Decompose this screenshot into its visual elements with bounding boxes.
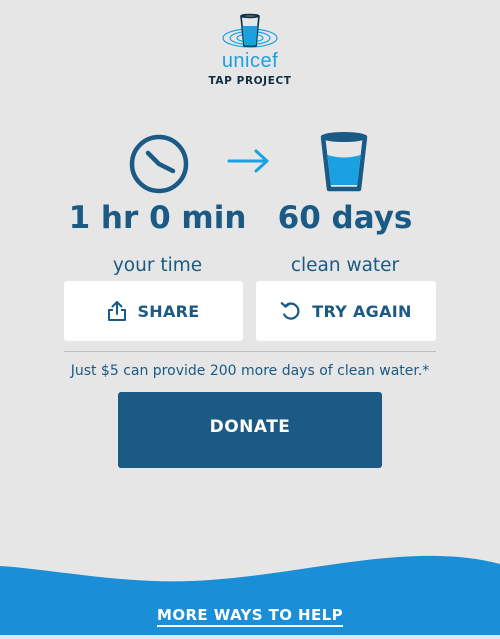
divider bbox=[64, 351, 436, 352]
donate-label: DONATE bbox=[209, 417, 291, 437]
time-value: 1 hr 0 min bbox=[68, 200, 247, 236]
share-button[interactable]: SHARE bbox=[64, 281, 243, 341]
logo-wordmark: unicef bbox=[221, 50, 279, 72]
water-days-value: 60 days bbox=[277, 200, 413, 236]
more-ways-to-help-link[interactable]: MORE WAYS TO HELP bbox=[0, 605, 500, 627]
share-label: SHARE bbox=[137, 301, 200, 321]
water-glass-icon bbox=[317, 131, 371, 193]
time-label: your time bbox=[112, 255, 203, 276]
try-again-label: TRY AGAIN bbox=[312, 301, 412, 321]
arrow-right-icon bbox=[226, 148, 272, 174]
unicef-logo-icon bbox=[220, 12, 280, 52]
clock-icon bbox=[128, 133, 190, 195]
more-ways-to-help-label[interactable]: MORE WAYS TO HELP bbox=[157, 606, 343, 627]
water-label: clean water bbox=[290, 255, 400, 276]
try-again-button[interactable]: TRY AGAIN bbox=[256, 281, 436, 341]
share-icon bbox=[107, 300, 127, 322]
refresh-icon bbox=[280, 300, 302, 322]
donation-promo-text: Just $5 can provide 200 more days of cle… bbox=[70, 363, 430, 379]
logo-subtitle: TAP PROJECT bbox=[208, 75, 292, 87]
donate-button[interactable]: DONATE bbox=[118, 392, 382, 468]
